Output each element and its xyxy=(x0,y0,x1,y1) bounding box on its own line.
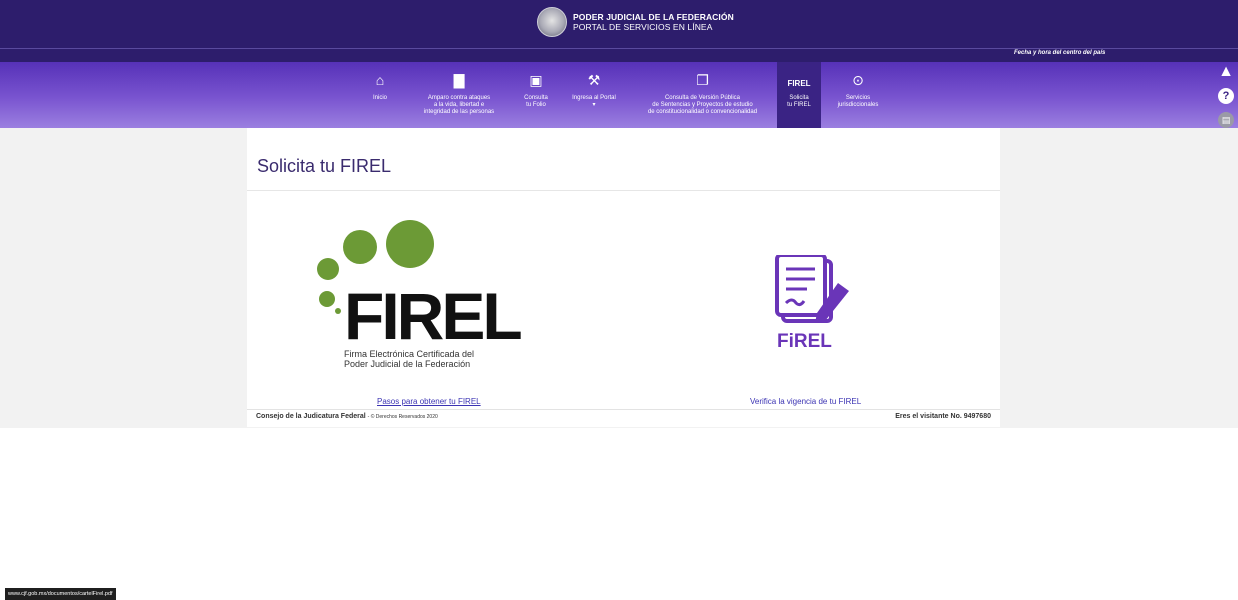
datetime-bar: Fecha y hora del centro del país xyxy=(0,48,1238,62)
header-bar: PODER JUDICIAL DE LA FEDERACIÓN PORTAL D… xyxy=(0,0,1238,48)
main-nav: ⌂ Inicio ▇ Amparo contra ataques a la vi… xyxy=(0,62,1238,128)
chat-icon[interactable]: ▤ xyxy=(1218,112,1234,128)
gavel-icon: ⚒ xyxy=(587,72,601,88)
warning-icon[interactable]: ▲ xyxy=(1218,64,1234,80)
footer-org: Consejo de la Judicatura Federal xyxy=(256,413,366,420)
brand[interactable]: PODER JUDICIAL DE LA FEDERACIÓN PORTAL D… xyxy=(537,7,734,37)
nav-item-consulta-folio[interactable]: ▣ Consulta tu Folio xyxy=(515,62,557,128)
firel-caption: Firma Electrónica Certificada del Poder … xyxy=(344,349,475,369)
location-icon: ⊙ xyxy=(852,72,864,88)
documents-icon: ❐ xyxy=(696,72,709,88)
header-subtitle: PORTAL DE SERVICIOS EN LÍNEA xyxy=(573,22,713,32)
verifica-firel-link[interactable]: Verifica la vigencia de tu FIREL xyxy=(750,397,861,406)
nav-label: Consulta tu Folio xyxy=(524,95,548,108)
visitor-counter: Eres el visitante No. 9497680 xyxy=(895,413,991,420)
nav-label: Inicio xyxy=(372,95,387,101)
nav-item-servicios-jurisdiccionales[interactable]: ⊙ Servicios jurisdiccionales xyxy=(826,62,890,128)
help-icon[interactable]: ? xyxy=(1218,88,1234,104)
folder-icon: ▣ xyxy=(529,72,543,88)
home-icon: ⌂ xyxy=(375,72,385,88)
nav-item-ingresa-portal[interactable]: ⚒ Ingresa al Portal ▾ xyxy=(562,62,626,128)
firel-logo[interactable]: FIREL Firma Electrónica Certificada del … xyxy=(316,217,558,377)
nav-item-amparo[interactable]: ▇ Amparo contra ataques a la vida, liber… xyxy=(406,62,512,128)
nav-item-inicio[interactable]: ⌂ Inicio xyxy=(360,62,400,128)
datetime-label: Fecha y hora del centro del país xyxy=(1014,50,1106,56)
page-title: Solicita tu FIREL xyxy=(257,156,392,176)
divider xyxy=(247,190,1000,191)
pasos-firel-link[interactable]: Pasos para obtener tu FIREL xyxy=(377,397,481,406)
footer: Consejo de la Judicatura Federal - © Der… xyxy=(247,409,1000,427)
nav-label: Ingresa al Portal ▾ xyxy=(572,95,616,108)
nav-label: Consulta de Versión Pública de Sentencia… xyxy=(647,95,758,115)
status-bar-url: www.cjf.gob.mx/documentos/cartelFirel.pd… xyxy=(5,588,116,600)
firel-document-icon[interactable]: FiREL xyxy=(775,253,855,355)
federal-seal-icon xyxy=(537,7,567,37)
firel-wordmark: FIREL xyxy=(344,279,523,353)
firel-icon: FIREL xyxy=(787,79,811,88)
nav-label: Amparo contra ataques a la vida, liberta… xyxy=(423,95,495,115)
nav-item-solicita-firel[interactable]: FIREL Solicita tu FIREL xyxy=(777,62,821,128)
side-toolbar: ▲ ? ▤ xyxy=(1214,64,1238,136)
nav-label: Solicita tu FIREL xyxy=(787,95,811,108)
nav-label: Servicios jurisdiccionales xyxy=(837,95,879,108)
header-title: PODER JUDICIAL DE LA FEDERACIÓN xyxy=(573,12,734,22)
nav-item-version-publica[interactable]: ❐ Consulta de Versión Pública de Sentenc… xyxy=(630,62,775,128)
firel-icon-label: FiREL xyxy=(777,331,832,352)
document-icon: ▇ xyxy=(453,72,465,88)
footer-copyright: - © Derechos Reservados 2020 xyxy=(367,414,438,420)
